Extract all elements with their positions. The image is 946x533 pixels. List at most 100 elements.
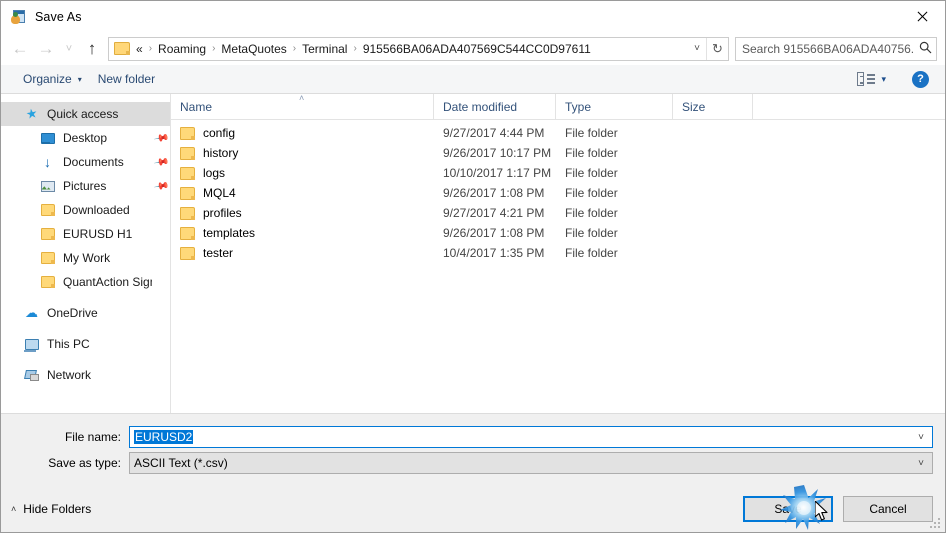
save-button[interactable]: Save: [743, 495, 833, 522]
file-name-value[interactable]: EURUSD2: [130, 430, 910, 444]
table-row[interactable]: logs 10/10/2017 1:17 PM File folder: [171, 163, 945, 183]
column-headers: Name ˄ Date modified Type Size: [171, 94, 945, 120]
sidebar-item-eurusd-h1[interactable]: EURUSD H1: [1, 222, 170, 246]
sidebar-item-label: Quick access: [47, 107, 119, 121]
refresh-icon[interactable]: ↻: [706, 37, 728, 60]
search-icon: [914, 41, 936, 57]
organize-label: Organize: [23, 72, 72, 86]
sidebar-item-label: Desktop: [63, 131, 108, 145]
cell-type: File folder: [565, 226, 618, 240]
table-row[interactable]: tester 10/4/2017 1:35 PM File folder: [171, 243, 945, 263]
search-box[interactable]: Search 915566BA06ADA40756...: [735, 36, 937, 61]
organize-button[interactable]: Organize ▾: [15, 69, 90, 89]
breadcrumb-item-metaquotes[interactable]: MetaQuotes: [219, 42, 288, 56]
cell-type: File folder: [565, 246, 618, 260]
forward-button[interactable]: →: [33, 36, 59, 62]
save-as-icon: [11, 9, 27, 25]
column-header-label: Name: [180, 99, 213, 114]
cell-name: logs: [171, 166, 434, 180]
pin-icon: [154, 308, 169, 318]
sidebar-item-onedrive[interactable]: ☁ OneDrive: [1, 301, 170, 325]
chevron-right-icon: ›: [212, 43, 216, 54]
chevron-down-icon[interactable]: ˅: [910, 458, 932, 469]
save-as-dialog: Save As ← → ˅ ↑ « › Roaming › MetaQuotes…: [0, 0, 946, 533]
sidebar-item-network[interactable]: Network: [1, 363, 170, 387]
chevron-down-icon[interactable]: ˅: [910, 432, 932, 443]
file-name-input[interactable]: EURUSD2 ˅: [129, 426, 933, 448]
pin-icon: [154, 205, 169, 215]
address-bar[interactable]: « › Roaming › MetaQuotes › Terminal › 91…: [108, 36, 729, 61]
sidebar-item-this-pc[interactable]: This PC: [1, 332, 170, 356]
save-form: File name: EURUSD2 ˅ Save as type: ASCII…: [1, 413, 945, 485]
close-button[interactable]: [899, 1, 945, 32]
chevron-down-icon[interactable]: ˅: [688, 43, 706, 54]
table-row[interactable]: profiles 9/27/2017 4:21 PM File folder: [171, 203, 945, 223]
sidebar-item-quick-access[interactable]: ★ Quick access: [1, 102, 170, 126]
cell-date-modified: 9/26/2017 10:17 PM: [443, 146, 552, 160]
folder-icon: [114, 42, 130, 55]
dialog-body: ★ Quick access Desktop 📌 ↓ Documents 📌 P…: [1, 94, 945, 413]
column-header-date-modified[interactable]: Date modified: [434, 94, 556, 119]
table-row[interactable]: config 9/27/2017 4:44 PM File folder: [171, 123, 945, 143]
help-icon[interactable]: ?: [912, 70, 929, 88]
save-as-type-row: Save as type: ASCII Text (*.csv) ˅: [1, 452, 945, 474]
cell-date-modified: 9/26/2017 1:08 PM: [443, 186, 545, 200]
table-row[interactable]: history 9/26/2017 10:17 PM File folder: [171, 143, 945, 163]
new-folder-button[interactable]: New folder: [90, 69, 163, 89]
sidebar-item-my-work[interactable]: My Work: [1, 246, 170, 270]
sidebar-item-label: My Work: [63, 251, 111, 265]
file-name-label: File name:: [64, 430, 121, 444]
sidebar-item-label: Downloaded: [63, 203, 130, 217]
hide-folders-button[interactable]: ˄ Hide Folders: [11, 502, 91, 516]
cell-name: tester: [171, 246, 434, 260]
file-name-label: MQL4: [203, 186, 236, 200]
sidebar-item-desktop[interactable]: Desktop 📌: [1, 126, 170, 150]
chevron-up-icon: ˄: [11, 503, 17, 514]
up-button[interactable]: ↑: [79, 36, 105, 62]
resize-grip[interactable]: [930, 518, 941, 529]
breadcrumb-item-roaming[interactable]: Roaming: [156, 42, 208, 56]
column-header-name[interactable]: Name ˄: [171, 94, 434, 119]
sidebar-item-documents[interactable]: ↓ Documents 📌: [1, 150, 170, 174]
breadcrumb: « › Roaming › MetaQuotes › Terminal › 91…: [134, 42, 688, 56]
column-header-type[interactable]: Type: [556, 94, 673, 119]
breadcrumb-item-instance[interactable]: 915566BA06ADA407569C544CC0D97611: [361, 42, 593, 56]
file-list: Name ˄ Date modified Type Size config 9/…: [171, 94, 945, 413]
breadcrumb-item-root[interactable]: «: [134, 42, 145, 56]
cell-name: config: [171, 126, 434, 140]
folder-icon: [180, 246, 195, 260]
column-header-label: Type: [565, 99, 592, 114]
recent-locations-button[interactable]: ˅: [59, 36, 79, 62]
sidebar-item-pictures[interactable]: Pictures 📌: [1, 174, 170, 198]
file-name-row: File name: EURUSD2 ˅: [1, 426, 945, 448]
folder-icon: [39, 276, 56, 288]
sidebar-item-quantaction-signal[interactable]: QuantAction Signal: [1, 270, 170, 294]
folder-icon: [180, 226, 195, 240]
star-icon: ★: [24, 105, 39, 122]
cancel-button[interactable]: Cancel: [843, 495, 933, 522]
breadcrumb-item-terminal[interactable]: Terminal: [300, 42, 349, 56]
column-header-label: Date modified: [443, 99, 518, 114]
file-name-label: logs: [203, 166, 226, 180]
cell-type: File folder: [565, 166, 618, 180]
sidebar-item-downloaded[interactable]: Downloaded: [1, 198, 170, 222]
download-icon: ↓: [44, 154, 51, 170]
cell-type: File folder: [565, 186, 618, 200]
back-button[interactable]: ←: [7, 36, 33, 62]
save-as-type-select[interactable]: ASCII Text (*.csv) ˅: [129, 452, 933, 474]
cell-date-modified: 9/27/2017 4:44 PM: [443, 126, 545, 140]
cell-name: history: [171, 146, 434, 160]
search-input[interactable]: Search 915566BA06ADA40756...: [742, 42, 914, 56]
chevron-down-icon: ▾: [77, 74, 82, 84]
dialog-footer: ˄ Hide Folders Save Cancel: [1, 485, 945, 532]
column-header-size[interactable]: Size: [673, 94, 753, 119]
table-row[interactable]: MQL4 9/26/2017 1:08 PM File folder: [171, 183, 945, 203]
cell-date-modified: 10/4/2017 1:35 PM: [443, 246, 545, 260]
desktop-icon: [39, 132, 56, 144]
table-row[interactable]: templates 9/26/2017 1:08 PM File folder: [171, 223, 945, 243]
pin-icon: [154, 253, 169, 263]
sidebar-item-label: OneDrive: [47, 306, 98, 320]
sidebar-item-label: QuantAction Signal: [63, 275, 152, 289]
view-layout-button[interactable]: ▾: [849, 69, 894, 89]
folder-icon: [180, 146, 195, 160]
